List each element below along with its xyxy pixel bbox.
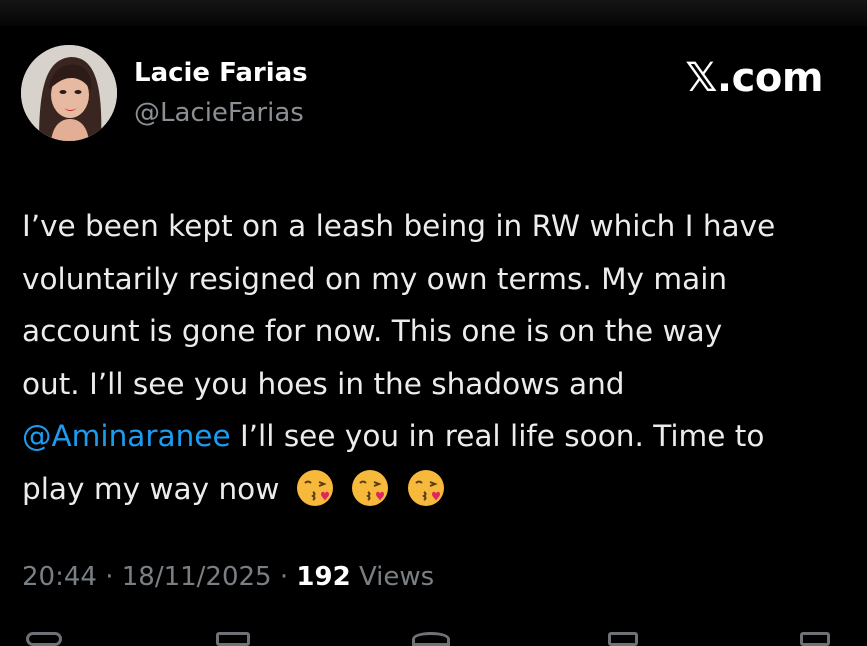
- tweet-line: play my way now: [22, 463, 852, 516]
- x-com-brand: 𝕏.com: [685, 55, 823, 101]
- retweet-icon[interactable]: [216, 632, 250, 646]
- kissing-heart-emoji-icon: [352, 469, 389, 506]
- share-icon[interactable]: [800, 632, 830, 646]
- tweet-line: out. I’ll see you hoes in the shadows an…: [22, 366, 625, 401]
- profile-photo-icon: [21, 45, 117, 141]
- avatar[interactable]: [21, 45, 117, 141]
- bookmark-icon[interactable]: [608, 632, 638, 646]
- author-name[interactable]: Lacie Farias: [134, 58, 308, 88]
- tweet-text: I’ve been kept on a leash being in RW wh…: [22, 200, 852, 515]
- tweet-line-rest: I’ll see you in real life soon. Time to: [230, 419, 765, 453]
- tweet-line: account is gone for now. This one is on …: [22, 314, 723, 348]
- views-count: 192: [296, 562, 351, 592]
- tweet-date[interactable]: 18/11/2025: [122, 562, 272, 592]
- tweet-line: @Aminaranee I’ll see you in real life so…: [22, 410, 852, 463]
- tweet-line: voluntarily resigned on my own terms. My…: [22, 261, 728, 296]
- meta-separator: ·: [279, 562, 297, 592]
- like-icon[interactable]: [412, 632, 450, 646]
- author-handle[interactable]: @LacieFarias: [134, 98, 304, 128]
- tweet-line: I’ve been kept on a leash being in RW wh…: [22, 209, 776, 243]
- tweet-time[interactable]: 20:44: [22, 562, 97, 592]
- top-edge: [0, 0, 867, 26]
- mention-link[interactable]: @Aminaranee: [22, 419, 231, 453]
- kissing-heart-emoji-icon: [296, 469, 333, 506]
- action-bar: [0, 630, 867, 646]
- kissing-heart-emoji-icon: [407, 469, 444, 506]
- tweet-meta: 20:44 · 18/11/2025 · 192 Views: [22, 562, 434, 592]
- tweet-line-text: play my way now: [22, 471, 280, 506]
- meta-separator: ·: [105, 562, 122, 592]
- reply-icon[interactable]: [26, 632, 62, 646]
- views-label: Views: [358, 562, 435, 592]
